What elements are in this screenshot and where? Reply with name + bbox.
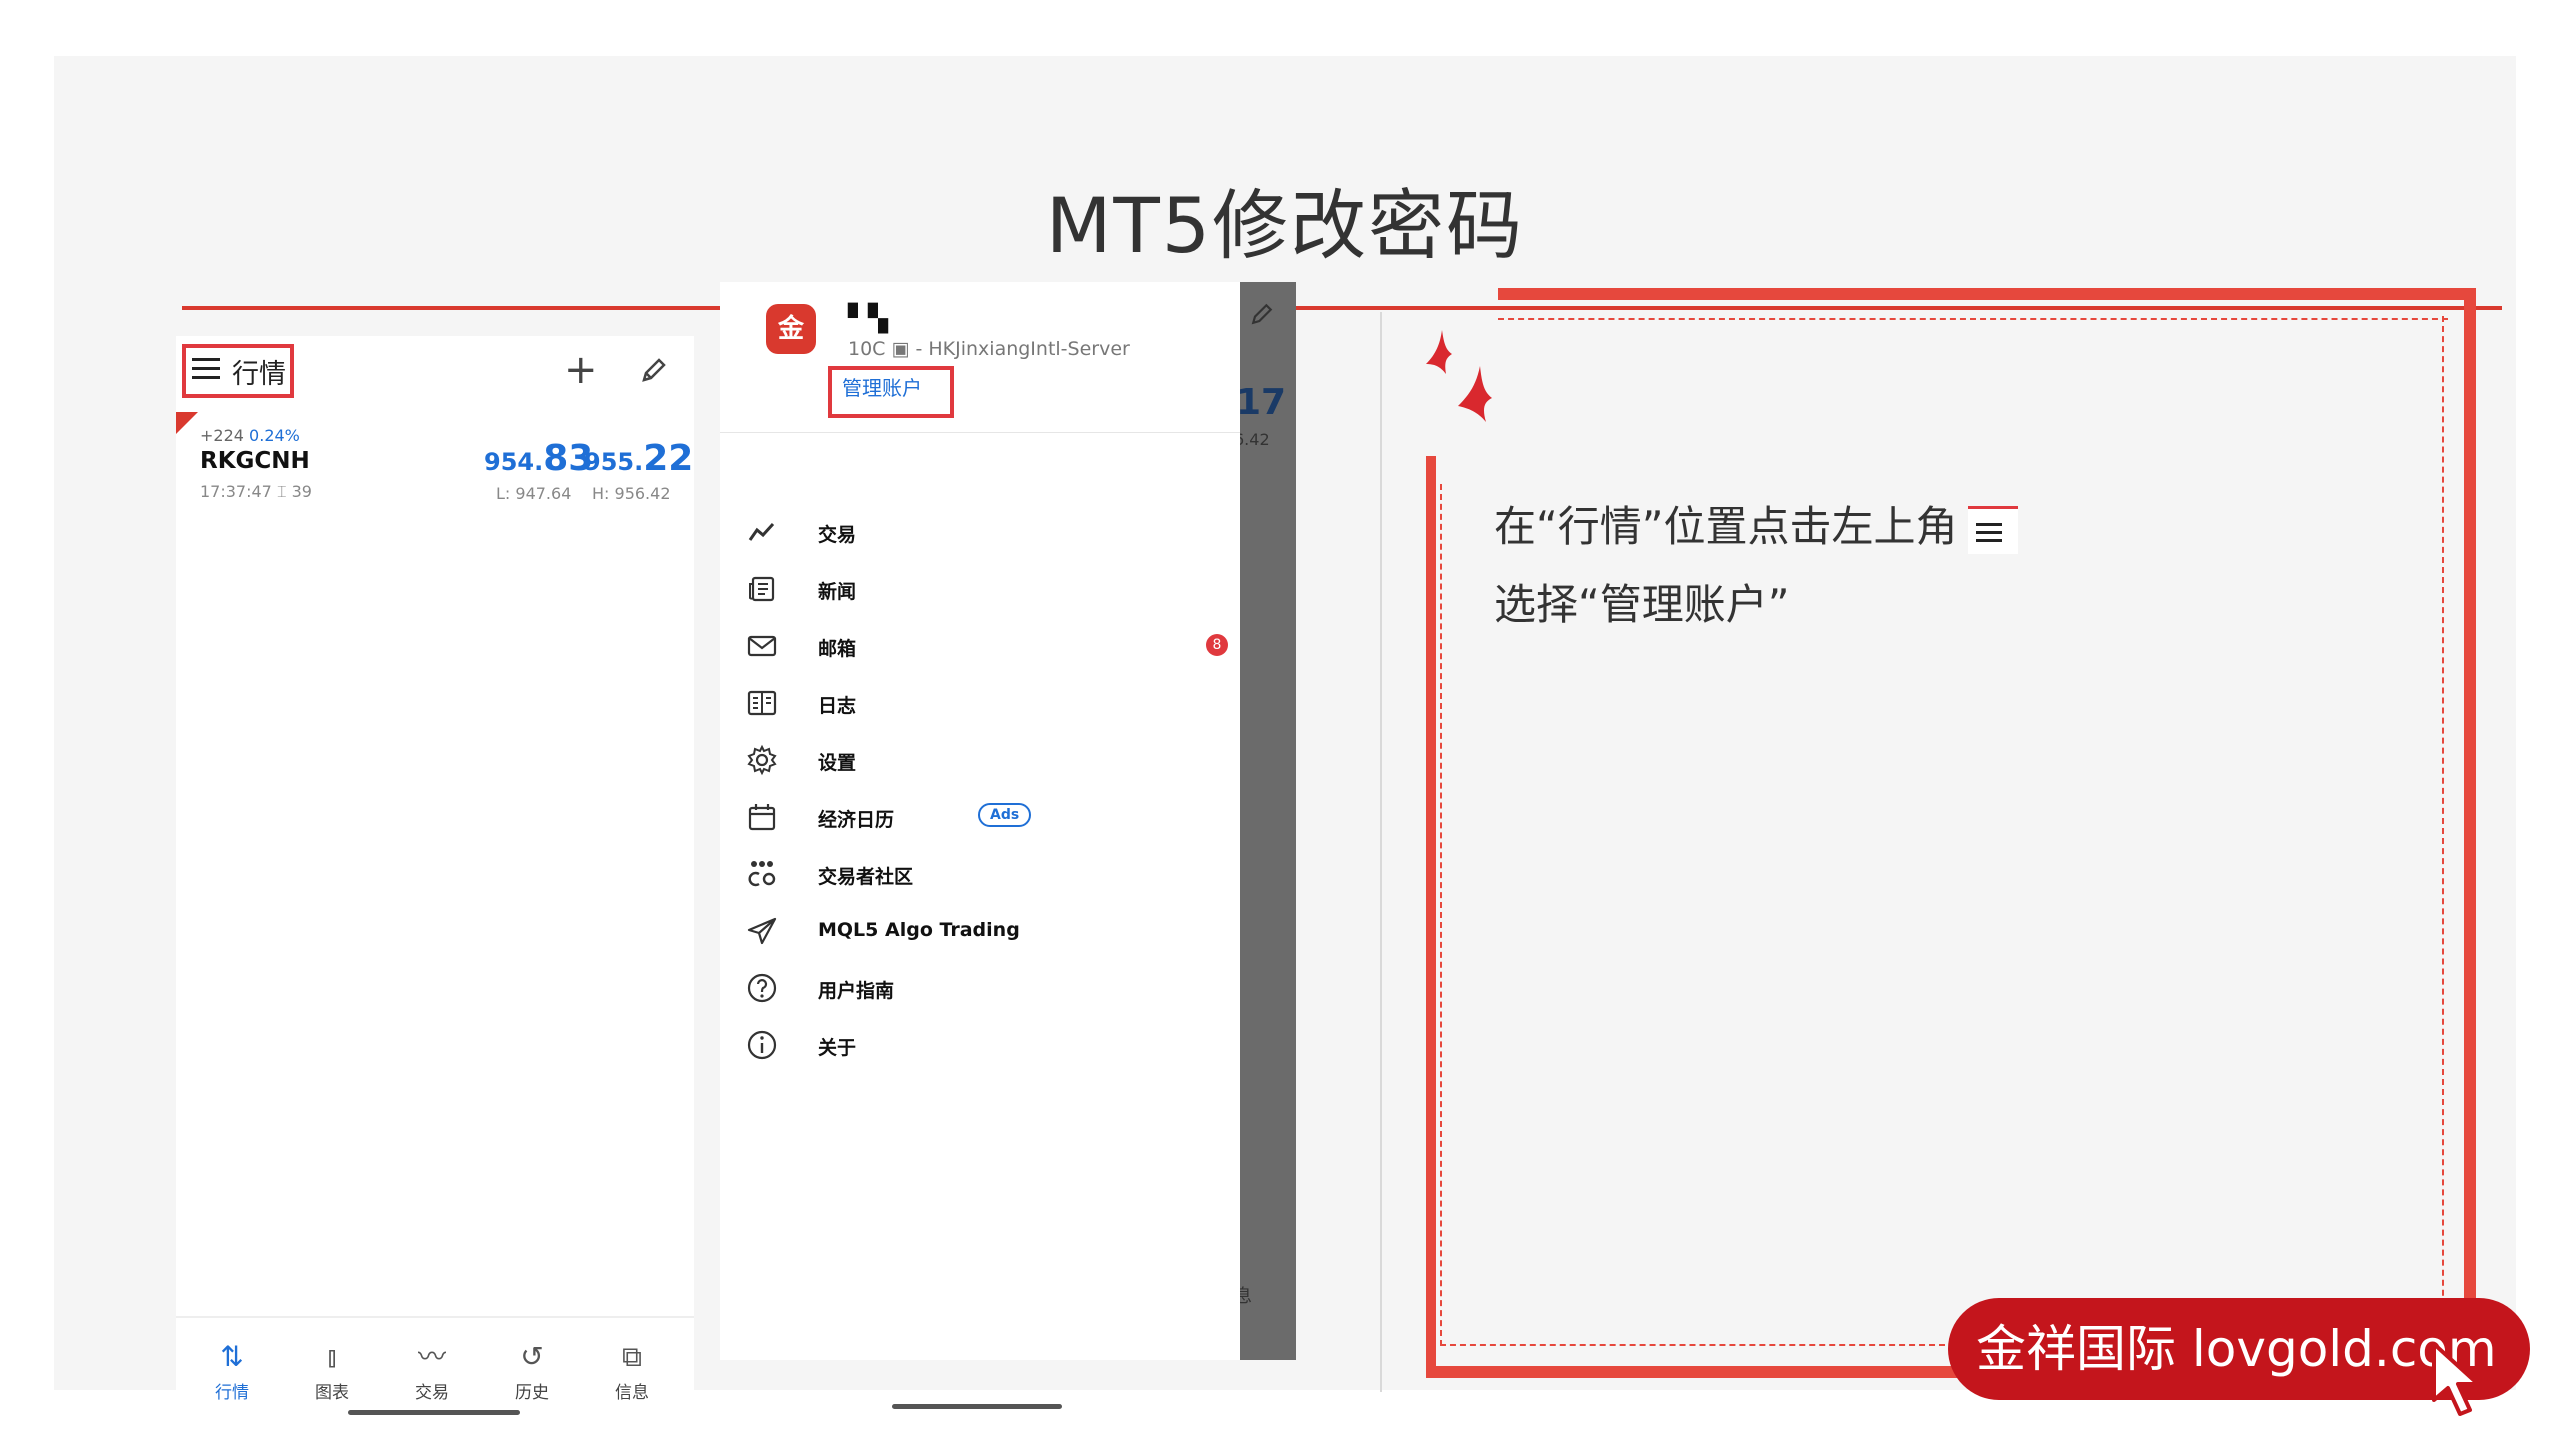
frame-right [2464,288,2476,1378]
quotes-screen: 行情 + +224 0.24% RKGCNH 17:37:47 ⌶ 39 954… [176,336,694,1430]
community-icon [748,861,776,887]
info-icon [747,1030,777,1060]
instruction-line-1: 在“行情”位置点击左上角 [1494,488,2018,566]
instruction-text: 在“行情”位置点击左上角 选择“管理账户” [1494,488,2018,644]
ads-tag: Ads [978,803,1032,827]
broker-logo: 金祥 [766,304,816,394]
mail-icon [747,635,777,657]
vertical-separator [1380,312,1382,1392]
selection-marker [176,412,198,434]
instruction-panel: 在“行情”位置点击左上角 选择“管理账户” [1426,288,2476,1378]
chart-icon: ⫾ [327,1340,337,1373]
menu-item-settings[interactable]: 设置 [746,740,1206,780]
menu-item-about[interactable]: 关于 [746,1025,1206,1065]
quotes-icon: ⇅ [220,1340,244,1373]
slide-background: MT5修改密码 行情 + +224 0.24% RKGCNH 17:37:47 … [54,56,2516,1430]
quote-bid: 954.83 [484,438,594,479]
add-symbol-icon[interactable]: + [564,350,598,390]
calendar-icon [748,804,776,831]
drawer-divider [720,432,1240,433]
side-drawer: 金祥 ▘▚ 10C ▣ - HKJinxiangIntl-Server 管理账户… [720,282,1240,1409]
quote-change: +224 0.24% [200,426,300,445]
drawer-scrim[interactable]: 17 6.42 息 [1240,282,1296,1360]
quote-high: H: 956.42 [592,484,671,503]
birds-decoration-icon [1426,330,1492,422]
edit-pencil-icon [1251,303,1273,325]
quotes-title: 行情 [232,359,286,390]
home-indicator [348,1410,520,1415]
help-icon [747,973,777,1003]
background-nav-label: 息 [1240,1286,1252,1307]
frame-left [1426,456,1436,1378]
manage-accounts-link[interactable]: 管理账户 [842,372,922,401]
hamburger-menu-icon[interactable] [192,358,220,380]
quote-change-percent: 0.24% [249,426,300,445]
edit-pencil-icon[interactable] [638,354,670,386]
menu-item-calendar[interactable]: 经济日历 Ads [746,797,1206,837]
journal-icon [747,690,777,716]
menu-item-community[interactable]: 交易者社区 [746,854,1206,894]
background-price: 17 [1240,382,1287,423]
mail-badge: 8 [1206,634,1228,656]
quote-time: 17:37:47 ⌶ 39 [200,482,312,501]
send-icon [747,917,777,945]
trade-icon [748,522,775,541]
messages-icon: ⧉ [622,1340,642,1373]
dashed-frame [1440,316,2444,1346]
quote-symbol: RKGCNH [200,448,310,474]
menu-item-journal[interactable]: 日志 [746,683,1206,723]
account-name: ▘▚ [848,304,888,334]
home-indicator [892,1404,1062,1409]
instruction-line-2: 选择“管理账户” [1494,580,1790,629]
nav-trade[interactable]: 〰交易 [392,1340,472,1404]
slide-title: MT5修改密码 [1045,181,1525,270]
quotes-header: 行情 + [176,336,694,406]
menu-item-trade[interactable]: 交易 [746,512,1206,552]
nav-chart[interactable]: ⫾ 图表 [292,1340,372,1404]
trade-icon: 〰 [417,1340,446,1373]
nav-messages[interactable]: ⧉ 信息 [592,1340,672,1404]
frame-top [1498,288,2476,300]
quote-ask: 955.22 [584,438,694,479]
menu-item-news[interactable]: 新闻 [746,569,1206,609]
account-server: 10C ▣ - HKJinxiangIntl-Server [848,338,1130,360]
background-value: 6.42 [1240,430,1270,449]
cursor-icon [2432,1342,2480,1416]
nav-history[interactable]: ↺ 历史 [492,1340,572,1404]
menu-item-user-guide[interactable]: 用户指南 [746,968,1206,1008]
settings-icon [747,744,777,776]
quote-low: L: 947.64 [496,484,572,503]
menu-item-mql5[interactable]: MQL5 Algo Trading [746,911,1206,951]
news-icon [749,576,775,602]
nav-quotes[interactable]: ⇅ 行情 [192,1340,272,1404]
history-icon: ↺ [520,1340,544,1373]
menu-item-mailbox[interactable]: 邮箱 8 [746,626,1228,666]
inline-menu-icon [1967,505,2018,554]
